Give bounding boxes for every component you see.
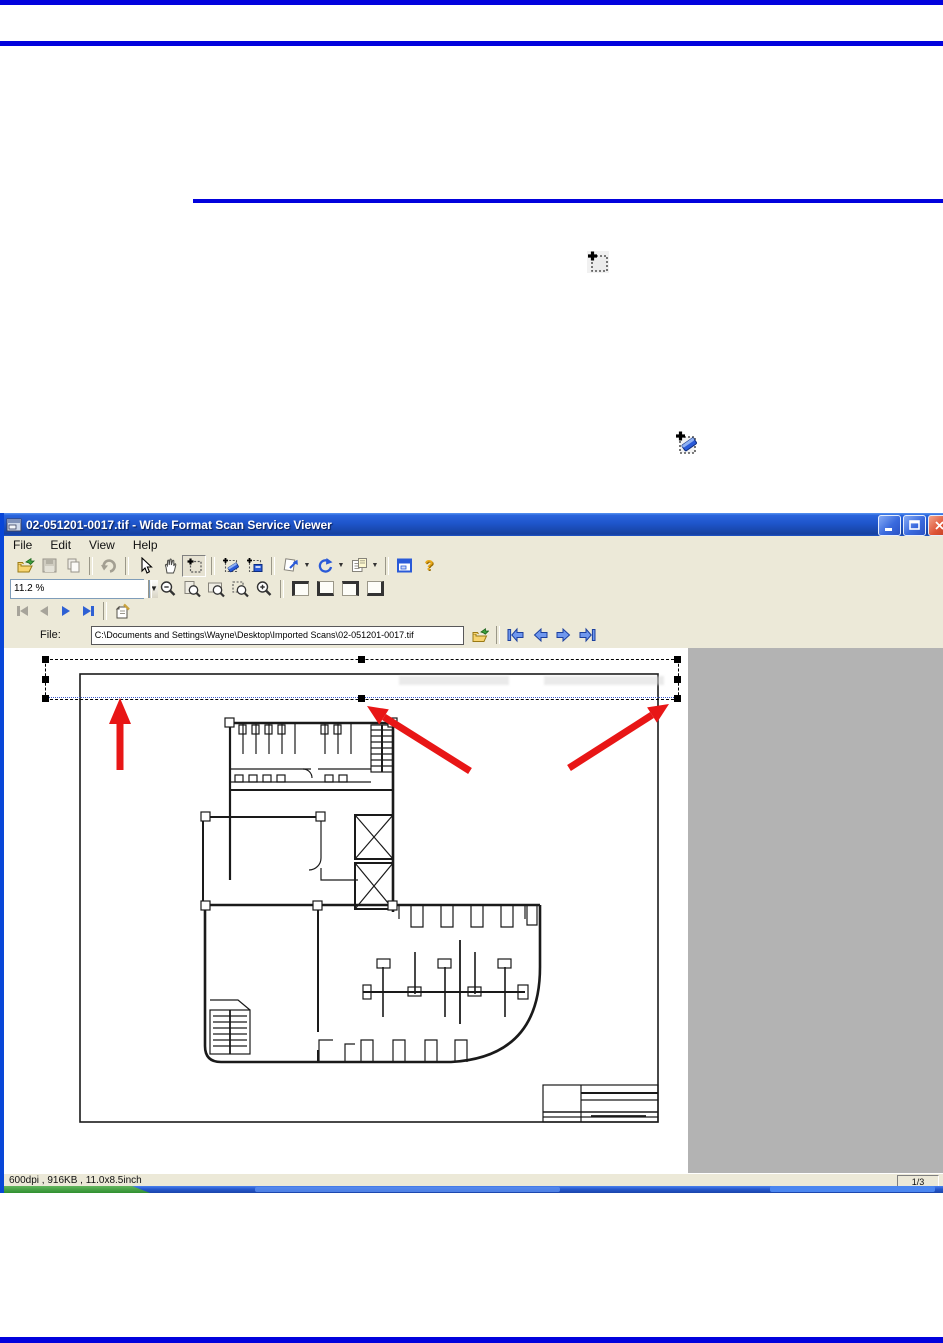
image-canvas[interactable] [4, 648, 943, 1173]
selection-handle-top-right[interactable] [674, 656, 681, 663]
toolbar-separator [271, 556, 275, 575]
crop-area-button[interactable] [244, 556, 266, 576]
menu-file[interactable]: File [4, 536, 41, 554]
page-nav-toolbar [4, 600, 943, 623]
menu-bar: File Edit View Help [4, 536, 943, 555]
scanned-floorplan-image [79, 673, 659, 1123]
status-bar: 600dpi , 916KB , 11.0x8.5inch 1/3 [4, 1173, 943, 1188]
file-path-input[interactable] [90, 625, 464, 645]
file-label: File: [40, 629, 61, 641]
zoom-combobox[interactable]: ▼ [10, 578, 158, 599]
deskew-dropdown-caret[interactable]: ▼ [303, 562, 311, 569]
go-first-button[interactable] [506, 625, 526, 645]
deskew-button[interactable] [280, 556, 302, 576]
canvas-background [688, 648, 943, 1173]
selection-handle-bottom-left[interactable] [42, 695, 49, 702]
selection-handle-bottom-right[interactable] [674, 695, 681, 702]
zoom-page-button[interactable] [181, 579, 203, 599]
window-title: 02-051201-0017.tif - Wide Format Scan Se… [26, 517, 332, 532]
taskbar [0, 1186, 943, 1193]
go-last-button[interactable] [578, 625, 598, 645]
toolbar-separator [280, 579, 284, 598]
zoom-toolbar: ▼ [4, 577, 943, 601]
help-button[interactable]: ? [418, 556, 440, 576]
menu-view[interactable]: View [80, 536, 124, 554]
app-icon [6, 518, 22, 531]
view-top-left-button[interactable] [289, 579, 312, 599]
pointer-tool-button[interactable] [134, 556, 156, 576]
selection-handle-top-left[interactable] [42, 656, 49, 663]
footer-rule [0, 1337, 943, 1343]
selection-marquee[interactable] [42, 656, 681, 702]
rotate-dropdown-caret[interactable]: ▼ [337, 562, 345, 569]
copy-button[interactable] [62, 556, 84, 576]
window-left-border [0, 513, 4, 1193]
header-rule [0, 41, 943, 46]
menu-help[interactable]: Help [124, 536, 167, 554]
erase-area-button[interactable] [220, 556, 242, 576]
erase-area-tool-icon [676, 431, 697, 454]
open-button[interactable] [14, 556, 36, 576]
taskbar-button[interactable] [255, 1187, 560, 1192]
selection-handle-middle-right[interactable] [674, 676, 681, 683]
zoom-out-button[interactable] [157, 579, 179, 599]
go-next-button[interactable] [554, 625, 574, 645]
page-setup-dropdown-caret[interactable]: ▼ [371, 562, 379, 569]
minimize-button[interactable] [878, 515, 901, 536]
close-button[interactable] [928, 515, 943, 536]
toolbar-separator [103, 602, 107, 620]
zoom-width-button[interactable] [205, 579, 227, 599]
viewer-window-button[interactable] [394, 556, 416, 576]
title-bar[interactable]: 02-051201-0017.tif - Wide Format Scan Se… [0, 513, 943, 536]
toolbar-separator [495, 626, 500, 644]
toolbar-separator [125, 556, 129, 575]
toolbar-separator [148, 579, 152, 598]
app-window: 02-051201-0017.tif - Wide Format Scan Se… [0, 513, 943, 1193]
document-page: 02-051201-0017.tif - Wide Format Scan Se… [0, 0, 943, 1343]
main-toolbar: ▼ ▼ ▼ ? [4, 554, 943, 578]
zoom-value-input[interactable] [11, 579, 149, 598]
toolbar-separator [211, 556, 215, 575]
browse-folder-button[interactable] [470, 625, 490, 645]
selection-handle-bottom-middle[interactable] [358, 695, 365, 702]
select-area-tool-icon [587, 251, 609, 273]
previous-page-button[interactable] [34, 602, 54, 620]
select-area-tool-button[interactable] [182, 554, 206, 577]
save-button[interactable] [38, 556, 60, 576]
start-button-edge[interactable] [0, 1186, 150, 1193]
section-rule [193, 199, 943, 203]
view-bottom-right-button[interactable] [364, 579, 387, 599]
selection-handle-top-middle[interactable] [358, 656, 365, 663]
menu-edit[interactable]: Edit [41, 536, 80, 554]
toolbar-separator [89, 556, 93, 575]
zoom-selection-button[interactable] [229, 579, 251, 599]
file-bar: File: [4, 622, 943, 649]
undo-button[interactable] [98, 556, 120, 576]
view-bottom-left-button[interactable] [314, 579, 337, 599]
next-page-button[interactable] [56, 602, 76, 620]
selection-handle-middle-left[interactable] [42, 676, 49, 683]
view-top-right-button[interactable] [339, 579, 362, 599]
go-previous-button[interactable] [530, 625, 550, 645]
rotate-button[interactable] [314, 556, 336, 576]
first-page-button[interactable] [12, 602, 32, 620]
pan-hand-tool-button[interactable] [158, 556, 180, 576]
page-properties-button[interactable] [112, 601, 134, 621]
zoom-in-button[interactable] [253, 579, 275, 599]
toolbar-separator [385, 556, 389, 575]
last-page-button[interactable] [78, 602, 98, 620]
maximize-button[interactable] [903, 515, 926, 536]
window-buttons [878, 515, 943, 536]
status-info: 600dpi , 916KB , 11.0x8.5inch [9, 1175, 142, 1186]
top-rule [0, 0, 943, 5]
taskbar-button[interactable] [770, 1186, 935, 1192]
page-setup-button[interactable] [348, 556, 370, 576]
